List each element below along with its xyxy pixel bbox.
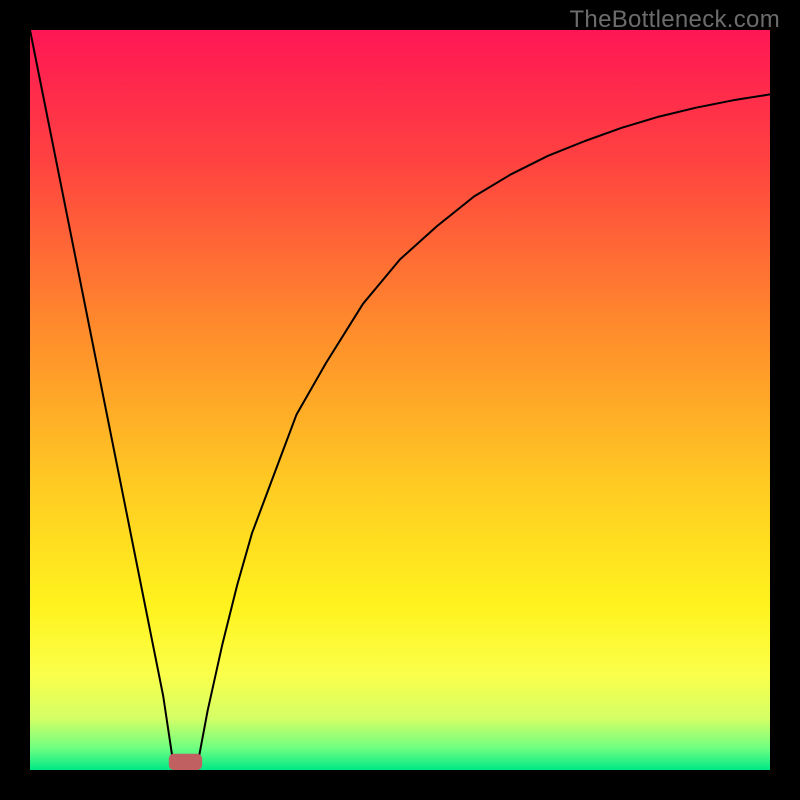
plot-area <box>30 30 770 770</box>
chart-frame: TheBottleneck.com <box>0 0 800 800</box>
gradient-background <box>30 30 770 770</box>
chart-svg <box>30 30 770 770</box>
optimum-marker <box>169 754 202 770</box>
watermark-text: TheBottleneck.com <box>569 6 780 34</box>
